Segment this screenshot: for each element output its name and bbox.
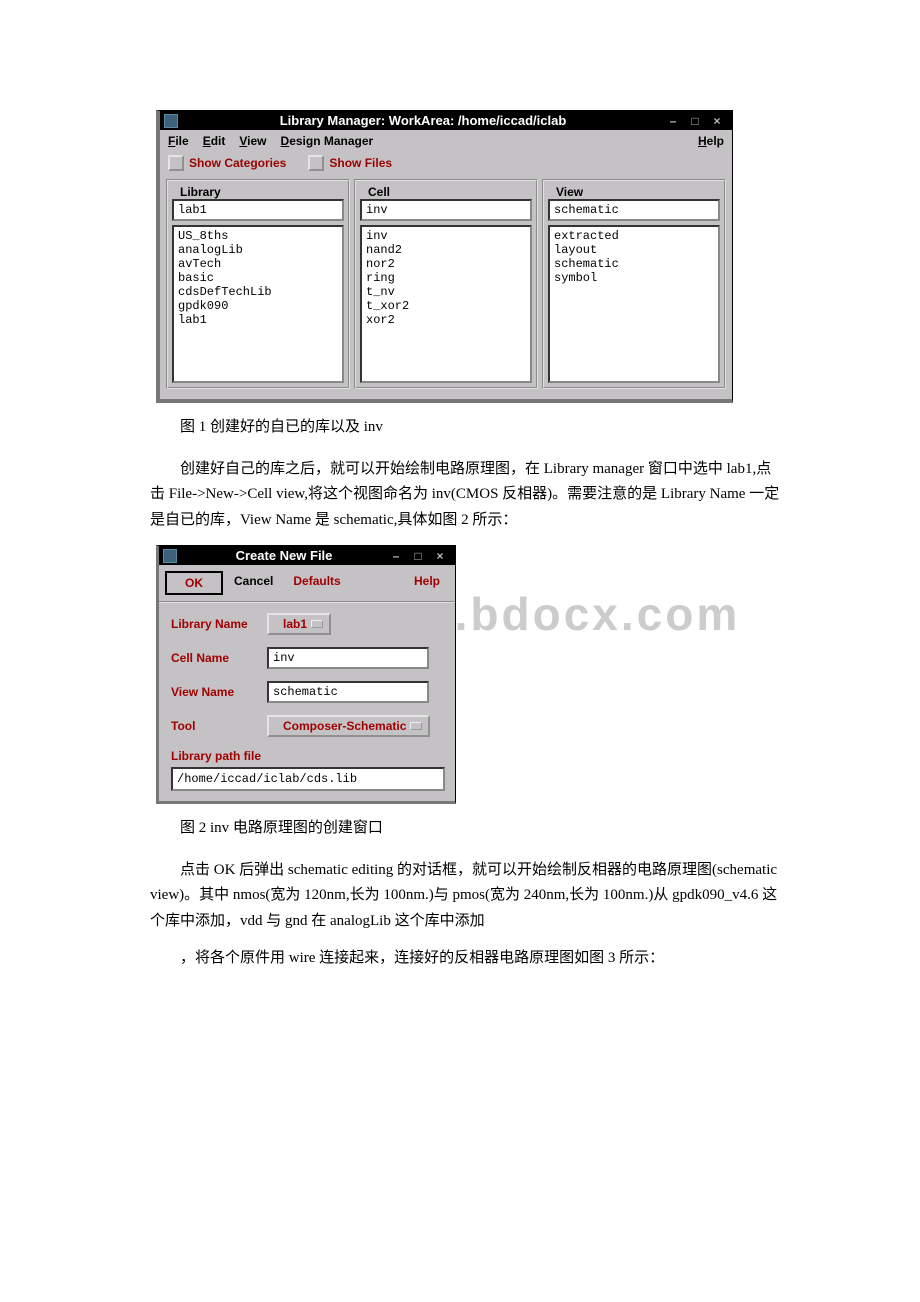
list-item[interactable]: cdsDefTechLib — [177, 285, 339, 299]
view-column-header: View — [552, 185, 587, 199]
menu-design-manager[interactable]: Design Manager — [281, 134, 374, 148]
cell-name-label: Cell Name — [171, 651, 267, 665]
list-item[interactable]: US_8ths — [177, 229, 339, 243]
library-list[interactable]: US_8thsanalogLibavTechbasiccdsDefTechLib… — [172, 225, 344, 383]
list-item[interactable]: ring — [365, 271, 527, 285]
cell-list[interactable]: invnand2nor2ringt_nvt_xor2xor2 — [360, 225, 532, 383]
checkbox-icon — [308, 155, 324, 171]
library-name-dropdown[interactable]: lab1 — [267, 613, 331, 635]
checkbox-icon — [168, 155, 184, 171]
paragraph-2: 点击 OK 后弹出 schematic editing 的对话框，就可以开始绘制… — [150, 858, 780, 935]
titlebar: Library Manager: WorkArea: /home/iccad/i… — [160, 111, 732, 130]
minimize-button[interactable]: – — [666, 114, 680, 128]
minimize-button[interactable]: – — [389, 549, 403, 563]
close-button[interactable]: × — [710, 114, 724, 128]
maximize-button[interactable]: □ — [688, 114, 702, 128]
list-item[interactable]: gpdk090 — [177, 299, 339, 313]
cell-column-header: Cell — [364, 185, 394, 199]
list-item[interactable]: t_nv — [365, 285, 527, 299]
list-item[interactable]: nand2 — [365, 243, 527, 257]
maximize-button[interactable]: □ — [411, 549, 425, 563]
list-item[interactable]: nor2 — [365, 257, 527, 271]
view-name-input[interactable]: schematic — [267, 681, 429, 703]
list-item[interactable]: analogLib — [177, 243, 339, 257]
list-item[interactable]: xor2 — [365, 313, 527, 327]
list-item[interactable]: symbol — [553, 271, 715, 285]
list-item[interactable]: avTech — [177, 257, 339, 271]
tool-dropdown[interactable]: Composer-Schematic — [267, 715, 430, 737]
library-name-label: Library Name — [171, 617, 267, 631]
tool-label: Tool — [171, 719, 267, 733]
create-new-file-dialog: Create New File – □ × OK Cancel Defaults… — [156, 545, 456, 804]
list-item[interactable]: t_xor2 — [365, 299, 527, 313]
help-button[interactable]: Help — [404, 570, 450, 596]
library-manager-window: Library Manager: WorkArea: /home/iccad/i… — [156, 110, 733, 403]
view-list[interactable]: extractedlayoutschematicsymbol — [548, 225, 720, 383]
cancel-button[interactable]: Cancel — [224, 570, 283, 596]
paragraph-3: ，将各个原件用 wire 连接起来，连接好的反相器电路原理图如图 3 所示： — [150, 946, 780, 972]
ok-button[interactable]: OK — [165, 571, 223, 595]
menu-view[interactable]: View — [239, 134, 266, 148]
list-item[interactable]: inv — [365, 229, 527, 243]
app-icon — [164, 114, 178, 128]
dialog-titlebar: Create New File – □ × — [159, 546, 455, 565]
library-path-file-input[interactable]: /home/iccad/iclab/cds.lib — [171, 767, 445, 791]
library-column-header: Library — [176, 185, 225, 199]
toggle-show-categories[interactable]: Show Categories — [168, 155, 286, 171]
list-item[interactable]: schematic — [553, 257, 715, 271]
list-item[interactable]: lab1 — [177, 313, 339, 327]
library-path-file-label: Library path file — [171, 749, 445, 763]
app-icon — [163, 549, 177, 563]
cell-input[interactable]: inv — [360, 199, 532, 221]
view-input[interactable]: schematic — [548, 199, 720, 221]
chevron-down-icon — [410, 722, 422, 730]
window-title: Library Manager: WorkArea: /home/iccad/i… — [184, 113, 662, 128]
defaults-button[interactable]: Defaults — [283, 570, 350, 596]
list-item[interactable]: basic — [177, 271, 339, 285]
list-item[interactable]: extracted — [553, 229, 715, 243]
menubar: File Edit View Design Manager Help — [160, 130, 732, 151]
menu-file[interactable]: File — [168, 134, 189, 148]
menu-help[interactable]: Help — [698, 134, 724, 148]
list-item[interactable]: layout — [553, 243, 715, 257]
chevron-down-icon — [311, 620, 323, 628]
dialog-title: Create New File — [183, 548, 385, 563]
figure-2-caption: 图 2 inv 电路原理图的创建窗口 — [150, 816, 780, 842]
toggle-show-files[interactable]: Show Files — [308, 155, 392, 171]
view-name-label: View Name — [171, 685, 267, 699]
library-input[interactable]: lab1 — [172, 199, 344, 221]
cell-name-input[interactable]: inv — [267, 647, 429, 669]
close-button[interactable]: × — [433, 549, 447, 563]
figure-1-caption: 图 1 创建好的自已的库以及 inv — [150, 415, 780, 441]
menu-edit[interactable]: Edit — [203, 134, 226, 148]
paragraph-1: 创建好自己的库之后，就可以开始绘制电路原理图，在 Library manager… — [150, 457, 780, 534]
